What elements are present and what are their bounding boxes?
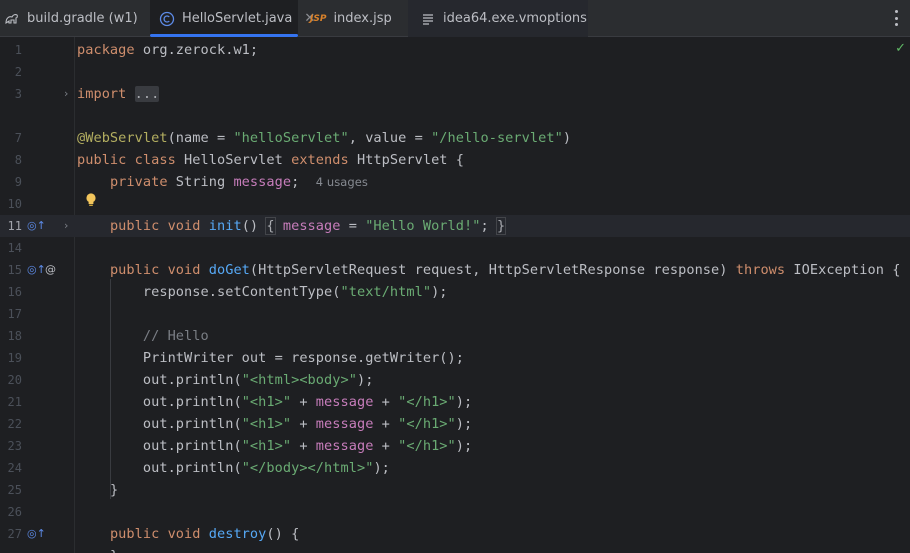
usages-hint[interactable]: 4 usages (316, 175, 368, 189)
code-text: } (109, 482, 119, 498)
editor-tab-bar: build.gradle (w1) HelloServlet.java ✕ JS… (0, 0, 910, 37)
line-number: 24 (7, 461, 22, 475)
code-line: 15 ◎↑ @ public void doGet(HttpServletReq… (0, 259, 910, 281)
code-text: private String message; 4 usages (109, 174, 368, 190)
more-icon[interactable] (888, 9, 904, 27)
line-number: 27 (7, 527, 22, 541)
fold-expand-icon[interactable]: › (64, 215, 68, 237)
code-line: 3 › import ... (0, 83, 910, 105)
tab-label: HelloServlet.java (182, 11, 293, 26)
code-text: package org.zerock.w1; (77, 42, 259, 58)
tab-label: index.jsp (333, 11, 392, 26)
line-number: 21 (7, 395, 22, 409)
tab-build-gradle[interactable]: build.gradle (w1) (4, 0, 138, 37)
override-method-icon[interactable]: ◎↑ (27, 215, 46, 237)
code-text: public void destroy() { (109, 526, 300, 542)
line-number: 10 (7, 197, 22, 211)
code-text: } (77, 545, 118, 553)
web-mapping-icon[interactable]: @ (45, 259, 56, 281)
line-number: 8 (14, 153, 22, 167)
line-number: 17 (7, 307, 22, 321)
line-number: 9 (14, 175, 22, 189)
code-line: 27 ◎↑ public void destroy() { (0, 523, 910, 545)
code-editor[interactable]: ✓ 1 package org.zerock.w1; 2 3 › import … (0, 37, 910, 553)
code-line: 24 out.println("</body></html>"); (0, 457, 910, 479)
code-text: public void init() { message = "Hello Wo… (109, 217, 507, 235)
tab-idea64-vmoptions[interactable]: idea64.exe.vmoptions (408, 0, 588, 37)
line-number: 2 (14, 65, 22, 79)
tab-index-jsp[interactable]: JSP index.jsp (310, 0, 392, 37)
code-text: // Hello (142, 328, 209, 344)
code-line: 17 (0, 303, 910, 325)
line-number: 26 (7, 505, 22, 519)
code-line: 10 (0, 193, 910, 215)
code-line: 20 out.println("<html><body>"); (0, 369, 910, 391)
line-number: 15 (7, 263, 22, 277)
code-line: 14 (0, 237, 910, 259)
code-text: out.println("<h1>" + message + "</h1>"); (142, 416, 473, 432)
code-line: 7 @WebServlet(name = "helloServlet", val… (0, 127, 910, 149)
code-line: 21 out.println("<h1>" + message + "</h1>… (0, 391, 910, 413)
line-number: 3 (14, 87, 22, 101)
line-number: 14 (7, 241, 22, 255)
code-line: 1 package org.zerock.w1; (0, 39, 910, 61)
code-text: out.println("</body></html>"); (142, 460, 390, 476)
code-line: 25 } (0, 479, 910, 501)
line-number: 22 (7, 417, 22, 431)
code-text: public class HelloServlet extends HttpSe… (77, 152, 465, 168)
code-line: 23 out.println("<h1>" + message + "</h1>… (0, 435, 910, 457)
code-text: public void doGet(HttpServletRequest req… (109, 262, 901, 278)
code-line: 18 // Hello (0, 325, 910, 347)
folded-region[interactable]: ... (134, 86, 160, 102)
code-line: 16 response.setContentType("text/html"); (0, 281, 910, 303)
gradle-icon (4, 11, 20, 27)
line-number: 1 (14, 43, 22, 57)
code-line: 26 (0, 501, 910, 523)
code-text: @WebServlet(name = "helloServlet", value… (77, 130, 572, 146)
code-text: out.println("<h1>" + message + "</h1>"); (142, 438, 473, 454)
code-line: } (0, 545, 910, 553)
line-number: 23 (7, 439, 22, 453)
override-method-icon[interactable]: ◎↑ (27, 523, 46, 545)
code-line: 22 out.println("<h1>" + message + "</h1>… (0, 413, 910, 435)
fold-expand-icon[interactable]: › (64, 83, 68, 105)
line-number: 19 (7, 351, 22, 365)
line-number: 7 (14, 131, 22, 145)
jsp-icon: JSP (310, 13, 327, 24)
code-line-current: 11 ◎↑ › public void init() { message = "… (0, 215, 910, 237)
line-number: 16 (7, 285, 22, 299)
tab-label: build.gradle (w1) (27, 11, 138, 26)
code-text: response.setContentType("text/html"); (142, 284, 448, 300)
code-line: 8 public class HelloServlet extends Http… (0, 149, 910, 171)
text-file-icon (420, 11, 436, 27)
line-number: 18 (7, 329, 22, 343)
line-number: 25 (7, 483, 22, 497)
code-text: out.println("<h1>" + message + "</h1>"); (142, 394, 473, 410)
lightbulb-icon[interactable] (84, 192, 98, 208)
tab-label: idea64.exe.vmoptions (443, 11, 587, 26)
line-number: 11 (7, 219, 22, 233)
code-text: import ... (77, 86, 160, 102)
code-line: 9 private String message; 4 usages (0, 171, 910, 193)
code-text: PrintWriter out = response.getWriter(); (142, 350, 465, 366)
tab-helloservlet-java[interactable]: HelloServlet.java ✕ (150, 0, 315, 37)
override-method-icon[interactable]: ◎↑ (27, 259, 46, 281)
class-icon (159, 11, 175, 27)
code-text: out.println("<html><body>"); (142, 372, 374, 388)
code-line: 19 PrintWriter out = response.getWriter(… (0, 347, 910, 369)
code-line: 2 (0, 61, 910, 83)
line-number: 20 (7, 373, 22, 387)
